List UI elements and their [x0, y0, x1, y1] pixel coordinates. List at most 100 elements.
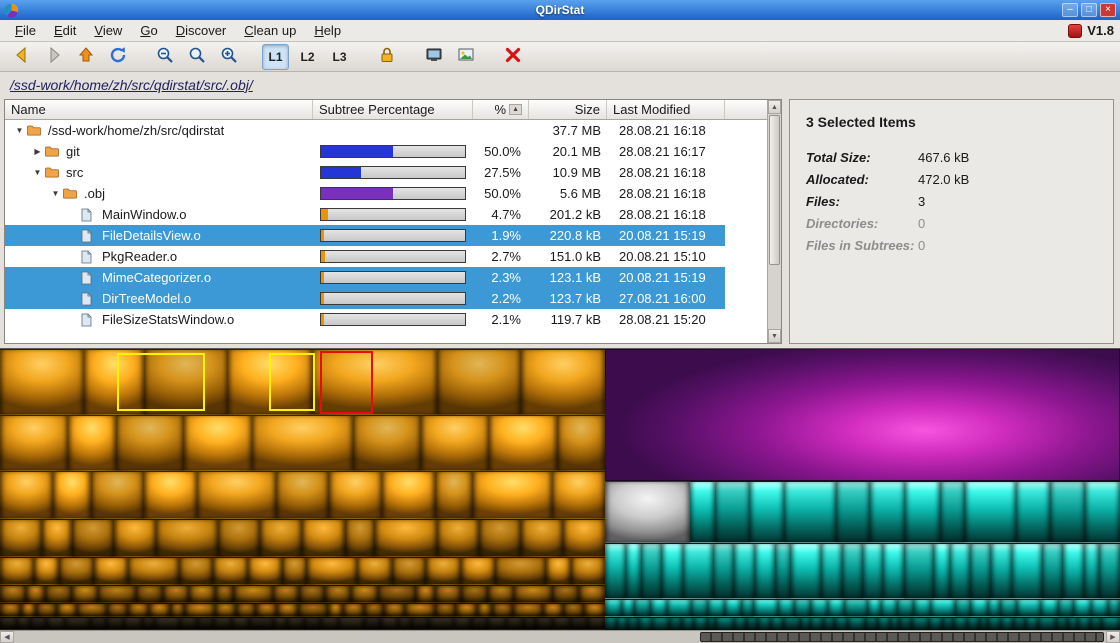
menu-go[interactable]: Go — [131, 21, 166, 40]
treemap-tile[interactable] — [435, 603, 456, 617]
treemap-tile[interactable] — [197, 617, 214, 630]
treemap-tile[interactable] — [552, 471, 605, 519]
treemap-tile[interactable] — [351, 585, 377, 603]
treemap-tile[interactable] — [0, 415, 68, 471]
treemap-tile[interactable] — [128, 603, 149, 617]
treemap-tile[interactable] — [215, 585, 234, 603]
treemap-tile[interactable] — [543, 603, 564, 617]
treemap-tile[interactable] — [477, 603, 492, 617]
treemap-horizontal-scrollbar[interactable]: ◀ ▶ — [0, 630, 1120, 643]
treemap-tile[interactable] — [746, 617, 758, 631]
treemap-tile[interactable] — [68, 415, 116, 471]
treemap-tile[interactable] — [252, 415, 353, 471]
status-indicator-icon[interactable] — [1068, 24, 1082, 38]
treemap-tile[interactable] — [775, 543, 790, 599]
treemap-tile[interactable] — [1102, 617, 1120, 631]
menu-discover[interactable]: Discover — [167, 21, 236, 40]
treemap-tile[interactable] — [725, 599, 742, 617]
treemap-tile[interactable] — [755, 543, 776, 599]
treemap-tile[interactable] — [426, 557, 460, 585]
treemap-tile[interactable] — [521, 349, 605, 415]
treemap-tile[interactable] — [84, 349, 143, 415]
treemap-tile[interactable] — [392, 557, 426, 585]
treemap-tile[interactable] — [98, 585, 136, 603]
treemap-tile[interactable] — [473, 471, 552, 519]
treemap-tile[interactable] — [429, 617, 454, 630]
treemap-tile[interactable] — [563, 519, 605, 557]
vertical-scroll-track[interactable] — [768, 114, 781, 329]
treemap-tile[interactable] — [571, 557, 605, 585]
treemap-tile[interactable] — [107, 603, 128, 617]
treemap-tile[interactable] — [461, 585, 487, 603]
treemap-level1-button[interactable]: L1 — [262, 44, 289, 70]
treemap-tile[interactable] — [810, 617, 822, 631]
treemap-tile[interactable] — [0, 471, 53, 519]
treemap-tile[interactable] — [970, 543, 991, 599]
treemap-tile[interactable] — [570, 617, 587, 630]
treemap-tile[interactable] — [1099, 543, 1120, 599]
treemap-tile[interactable] — [940, 481, 965, 543]
tree-vertical-scrollbar[interactable]: ▲ ▼ — [767, 100, 781, 343]
treemap-tile[interactable] — [627, 617, 639, 631]
treemap-tile[interactable] — [116, 415, 184, 471]
treemap-tile[interactable] — [42, 519, 72, 557]
treemap-tile[interactable] — [988, 599, 1000, 617]
treemap-tile[interactable] — [421, 415, 489, 471]
treemap-tile[interactable] — [584, 603, 605, 617]
treemap-tile[interactable] — [942, 617, 954, 631]
treemap-tile[interactable] — [416, 585, 435, 603]
treemap-tile[interactable] — [865, 617, 877, 631]
treemap-level3-button[interactable]: L3 — [326, 44, 353, 70]
treemap-tile[interactable] — [1026, 617, 1038, 631]
close-button[interactable]: × — [1100, 3, 1116, 17]
menu-file[interactable]: File — [6, 21, 45, 40]
treemap-tile[interactable] — [863, 543, 884, 599]
treemap-tile[interactable] — [828, 599, 845, 617]
treemap-tile[interactable] — [156, 519, 218, 557]
treemap-tile[interactable] — [1084, 543, 1099, 599]
treemap-tile[interactable] — [979, 617, 988, 631]
treemap-tile[interactable] — [842, 543, 863, 599]
treemap-tile[interactable] — [299, 585, 325, 603]
treemap-tile[interactable] — [57, 603, 78, 617]
treemap-tile[interactable] — [823, 617, 835, 631]
treemap-tile[interactable] — [835, 617, 847, 631]
menu-view[interactable]: View — [85, 21, 131, 40]
treemap-tile[interactable] — [897, 599, 914, 617]
treemap-tile[interactable] — [1038, 617, 1056, 631]
treemap-tile-gray[interactable] — [605, 481, 690, 543]
treemap-tile[interactable] — [801, 617, 810, 631]
treemap-tile[interactable] — [552, 585, 578, 603]
treemap-tile[interactable] — [848, 617, 866, 631]
menu-help[interactable]: Help — [305, 21, 350, 40]
treemap-tile[interactable] — [521, 519, 563, 557]
treemap-tile[interactable] — [758, 617, 770, 631]
treemap-tile[interactable] — [329, 471, 382, 519]
treemap-tile[interactable] — [189, 585, 215, 603]
treemap-tile[interactable] — [669, 617, 681, 631]
treemap-tile[interactable] — [437, 519, 479, 557]
treemap-tile[interactable] — [741, 599, 753, 617]
treemap-tile[interactable] — [778, 599, 795, 617]
treemap-tile[interactable] — [1063, 543, 1084, 599]
treemap-tile[interactable] — [180, 617, 197, 630]
treemap-tile[interactable] — [870, 481, 905, 543]
treemap-tile[interactable] — [1001, 617, 1013, 631]
treemap-tile[interactable] — [128, 557, 179, 585]
treemap-tile[interactable] — [878, 617, 890, 631]
treemap-tile[interactable] — [0, 349, 84, 415]
treemap-tile[interactable] — [1078, 617, 1090, 631]
refresh-button[interactable] — [104, 44, 131, 70]
treemap-tile[interactable] — [683, 543, 713, 599]
scroll-down-arrow-icon[interactable]: ▼ — [768, 329, 781, 343]
treemap-tile[interactable] — [641, 543, 662, 599]
treemap-tile[interactable] — [495, 557, 546, 585]
treemap-tile[interactable] — [364, 617, 381, 630]
treemap-tile[interactable] — [90, 617, 107, 630]
treemap-tile[interactable] — [45, 585, 71, 603]
treemap-tile[interactable] — [617, 617, 626, 631]
treemap-tile[interactable] — [1042, 543, 1063, 599]
treemap-tile[interactable] — [682, 617, 694, 631]
treemap-tile[interactable] — [811, 599, 828, 617]
treemap-tile[interactable] — [667, 599, 691, 617]
